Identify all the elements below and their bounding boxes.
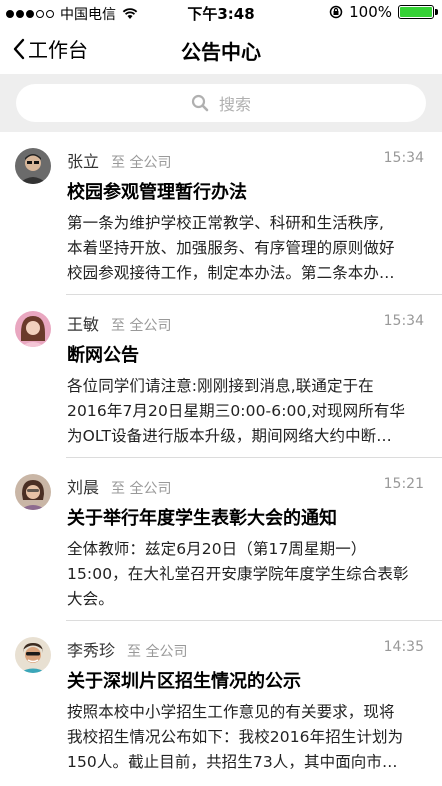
sender-name: 王敏 xyxy=(67,315,100,334)
sender-name: 李秀珍 xyxy=(67,641,116,660)
notice-item[interactable]: 刘晨 至 全公司 15:21 关于举行年度学生表彰大会的通知 全体教师：兹定6月… xyxy=(0,458,442,621)
avatar xyxy=(15,637,51,673)
notice-time: 14:35 xyxy=(383,639,424,655)
status-bar: 中国电信 下午3:48 100% xyxy=(0,0,442,26)
sender-scope: 至 全公司 xyxy=(127,644,188,660)
search-area: 搜索 xyxy=(0,74,442,132)
status-right: 100% xyxy=(329,3,438,21)
page-title: 公告中心 xyxy=(181,40,261,64)
sender-line: 王敏 至 全公司 xyxy=(67,311,171,335)
notice-title: 关于深圳片区招生情况的公示 xyxy=(67,671,301,692)
notice-list: 张立 至 全公司 15:34 校园参观管理暂行办法 第一条为维护学校正常教学、科… xyxy=(0,132,442,784)
battery-icon xyxy=(398,5,438,19)
notice-item[interactable]: 李秀珍 至 全公司 14:35 关于深圳片区招生情况的公示 按照本校中小学招生工… xyxy=(0,621,442,784)
notice-body: 各位同学们请注意:刚刚接到消息,联通定于在 2016年7月20日星期三0:00-… xyxy=(67,377,406,445)
search-placeholder: 搜索 xyxy=(218,95,251,114)
search-input[interactable]: 搜索 xyxy=(16,84,426,122)
sender-name: 张立 xyxy=(67,152,100,171)
notice-time: 15:34 xyxy=(383,150,424,166)
search-icon xyxy=(191,94,209,112)
avatar xyxy=(15,148,51,184)
sender-scope: 至 全公司 xyxy=(111,155,172,171)
notice-body: 全体教师：兹定6月20日（第17周星期一） 15:00，在大礼堂召开安康学院年度… xyxy=(67,540,409,608)
notice-item[interactable]: 张立 至 全公司 15:34 校园参观管理暂行办法 第一条为维护学校正常教学、科… xyxy=(0,132,442,295)
sender-scope: 至 全公司 xyxy=(111,318,172,334)
sender-line: 刘晨 至 全公司 xyxy=(67,474,171,498)
notice-item[interactable]: 王敏 至 全公司 15:34 断网公告 各位同学们请注意:刚刚接到消息,联通定于… xyxy=(0,295,442,458)
notice-body: 按照本校中小学招生工作意见的有关要求，现将 我校招生情况公布如下：我校2016年… xyxy=(67,703,404,771)
nav-bar: 工作台 公告中心 xyxy=(0,26,442,74)
sender-line: 张立 至 全公司 xyxy=(67,148,171,172)
notice-title: 校园参观管理暂行办法 xyxy=(67,182,247,203)
battery-percent: 100% xyxy=(349,3,392,21)
avatar xyxy=(15,311,51,347)
notice-title: 关于举行年度学生表彰大会的通知 xyxy=(67,508,337,529)
sender-scope: 至 全公司 xyxy=(111,481,172,497)
notice-title: 断网公告 xyxy=(67,345,139,366)
battery-fill xyxy=(400,7,432,17)
sender-line: 李秀珍 至 全公司 xyxy=(67,637,187,661)
notice-body: 第一条为维护学校正常教学、科研和生活秩序, 本着坚持开放、加强服务、有序管理的原… xyxy=(67,214,395,282)
notice-time: 15:34 xyxy=(383,313,424,329)
notice-time: 15:21 xyxy=(383,476,424,492)
rotation-lock-icon xyxy=(329,5,343,19)
avatar xyxy=(15,474,51,510)
sender-name: 刘晨 xyxy=(67,478,100,497)
